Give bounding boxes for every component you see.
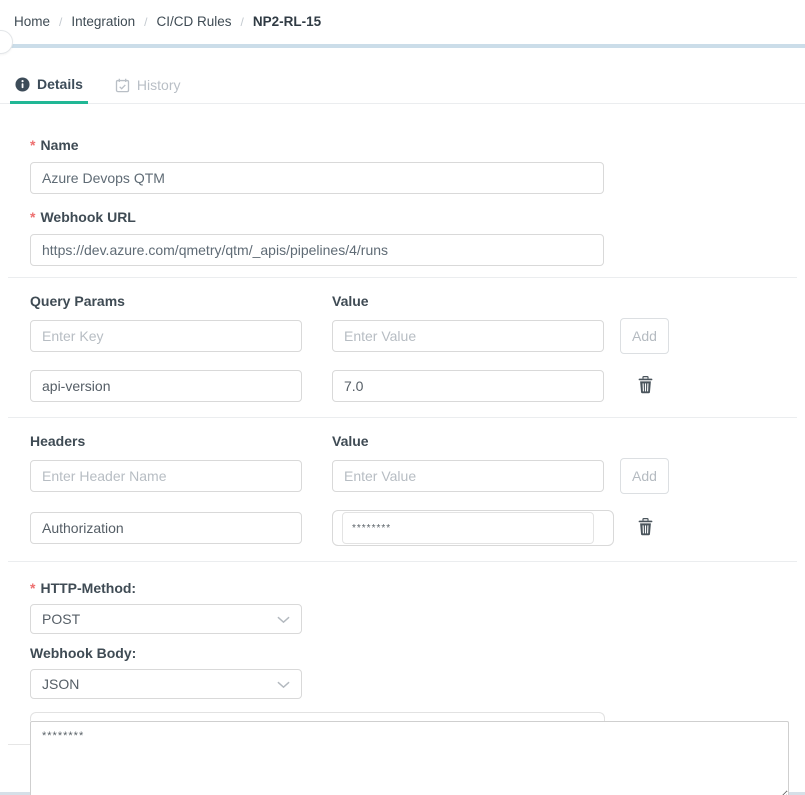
section-divider [8, 417, 797, 418]
query-params-label: Query Params [30, 293, 125, 309]
panel-divider-bar [0, 44, 805, 48]
query-param-value-value[interactable] [332, 370, 604, 402]
query-param-new-row: Add [30, 318, 805, 354]
panel-drag-handle[interactable]: ⋮ [0, 30, 13, 54]
drag-dots-icon: ⋮ [0, 36, 4, 48]
trash-icon [638, 517, 653, 539]
query-param-add-button[interactable]: Add [620, 318, 669, 354]
header-secret-wrapper [332, 510, 614, 546]
breadcrumb-separator: / [144, 14, 148, 29]
headers-value-label: Value [332, 433, 369, 449]
query-param-key-input[interactable] [30, 320, 302, 352]
breadcrumb-cicd-rules[interactable]: CI/CD Rules [157, 14, 232, 29]
query-params-value-label: Value [332, 293, 369, 309]
webhook-body-textarea[interactable]: ******** [30, 721, 789, 795]
headers-header: Headers Value [30, 433, 805, 449]
query-params-header: Query Params Value [30, 293, 805, 309]
header-key-input[interactable] [30, 460, 302, 492]
tab-details-label: Details [37, 76, 83, 92]
http-method-label: * HTTP-Method: [30, 580, 137, 596]
headers-label: Headers [30, 433, 86, 449]
webhook-body-label: Webhook Body: [30, 645, 137, 661]
tab-bar: Details History [0, 69, 805, 104]
header-new-row: Add [30, 458, 805, 494]
info-icon [15, 76, 30, 92]
name-input[interactable] [30, 162, 604, 194]
breadcrumb-separator: / [59, 14, 63, 29]
http-method-select[interactable]: POST [30, 604, 302, 634]
webhook-url-input[interactable] [30, 234, 604, 266]
name-label: * Name [30, 137, 79, 153]
query-param-row [30, 370, 805, 402]
tab-details[interactable]: Details [10, 69, 88, 104]
tab-history[interactable]: History [110, 69, 186, 103]
header-add-button[interactable]: Add [620, 458, 669, 494]
webhook-url-label: * Webhook URL [30, 209, 136, 225]
webhook-body-value: JSON [42, 676, 80, 692]
calendar-icon [115, 78, 130, 93]
trash-icon [638, 375, 653, 397]
section-divider [8, 277, 797, 278]
section-divider [8, 561, 797, 562]
header-row [30, 510, 805, 546]
header-secret-value[interactable] [342, 512, 594, 544]
breadcrumb-separator: / [240, 14, 244, 29]
query-param-key-value[interactable] [30, 370, 302, 402]
query-param-value-input[interactable] [332, 320, 604, 352]
header-key-value[interactable] [30, 512, 302, 544]
body-field-wrapper-edge [30, 712, 605, 721]
required-asterisk: * [30, 209, 36, 225]
http-method-value: POST [42, 611, 81, 627]
webhook-body-select[interactable]: JSON [30, 669, 302, 699]
breadcrumb-integration[interactable]: Integration [71, 14, 135, 29]
breadcrumb-home[interactable]: Home [14, 14, 50, 29]
header-delete-button[interactable] [636, 516, 655, 541]
breadcrumb: Home / Integration / CI/CD Rules / NP2-R… [0, 0, 805, 29]
required-asterisk: * [30, 137, 36, 153]
header-value-input[interactable] [332, 460, 604, 492]
query-param-delete-button[interactable] [636, 374, 655, 399]
breadcrumb-current: NP2-RL-15 [252, 14, 322, 29]
tab-history-label: History [136, 77, 181, 93]
required-asterisk: * [30, 580, 36, 596]
details-form: * Name * Webhook URL Query Params Value … [0, 137, 805, 795]
